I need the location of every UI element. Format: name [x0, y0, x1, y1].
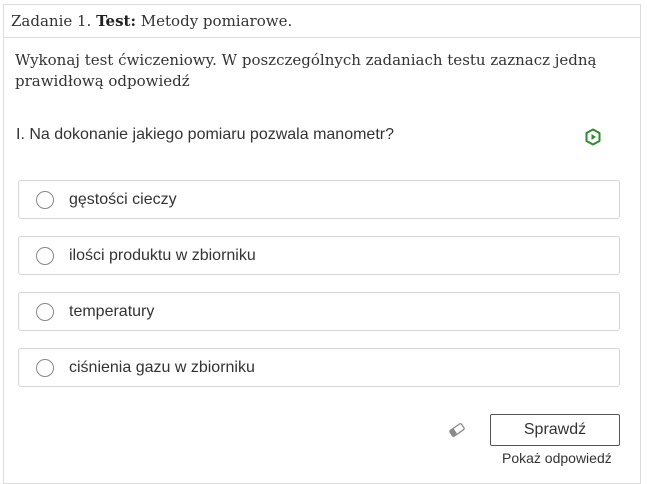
eraser-icon[interactable]: [448, 422, 466, 438]
radio-button[interactable]: [36, 359, 54, 377]
answer-label: ciśnienia gazu w zbiorniku: [69, 359, 255, 376]
answer-label: ilości produktu w zbiorniku: [69, 247, 256, 264]
answer-options: gęstości cieczy ilości produktu w zbiorn…: [18, 180, 620, 404]
check-button[interactable]: Sprawdź: [490, 414, 620, 446]
show-answer-link[interactable]: Pokaż odpowiedź: [502, 450, 612, 466]
radio-button[interactable]: [36, 303, 54, 321]
answer-option[interactable]: temperatury: [18, 292, 620, 331]
instructions-text: Wykonaj test ćwiczeniowy. W poszczególny…: [15, 51, 597, 90]
radio-button[interactable]: [36, 191, 54, 209]
answer-label: temperatury: [69, 303, 155, 320]
exercise-title: Metody pomiarowe.: [140, 12, 293, 30]
answer-option[interactable]: ciśnienia gazu w zbiorniku: [18, 348, 620, 387]
exercise-type: Test:: [96, 12, 137, 30]
exercise-header: Zadanie 1. Test: Metody pomiarowe.: [4, 5, 640, 38]
answer-label: gęstości cieczy: [69, 191, 177, 208]
question-text: I. Na dokonanie jakiego pomiaru pozwala …: [16, 126, 394, 143]
radio-button[interactable]: [36, 247, 54, 265]
exercise-number: Zadanie 1.: [11, 12, 92, 30]
answer-option[interactable]: gęstości cieczy: [18, 180, 620, 219]
answer-option[interactable]: ilości produktu w zbiorniku: [18, 236, 620, 275]
play-hexagon-icon[interactable]: [585, 128, 601, 146]
